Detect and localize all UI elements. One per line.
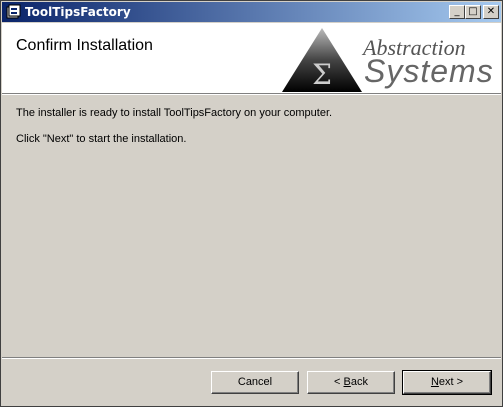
cancel-button[interactable]: Cancel xyxy=(211,371,299,394)
next-label: ext > xyxy=(438,376,464,388)
back-label: ack xyxy=(350,376,368,388)
close-icon[interactable]: ✕ xyxy=(483,5,499,19)
page-title: Confirm Installation xyxy=(16,37,153,54)
minimize-icon[interactable]: _ xyxy=(449,5,465,19)
instruction-message: Click "Next" to start the installation. xyxy=(16,133,187,145)
window-title: ToolTipsFactory xyxy=(25,5,131,19)
next-accelerator: N xyxy=(430,376,439,388)
header-divider xyxy=(2,93,501,95)
next-button[interactable]: Next > xyxy=(402,370,492,395)
header-banner: Confirm Installation Σ Abstraction Syste… xyxy=(2,23,501,93)
installer-window: ToolTipsFactory _ □ ✕ Confirm Installati… xyxy=(0,0,503,407)
back-button[interactable]: < Back xyxy=(307,371,395,394)
back-accelerator: B xyxy=(343,376,351,388)
back-arrow: < xyxy=(334,376,344,388)
ready-message: The installer is ready to install ToolTi… xyxy=(16,107,333,119)
maximize-icon[interactable]: □ xyxy=(465,5,481,19)
logo-symbol: Σ xyxy=(312,58,332,91)
logo-text-systems: Systems xyxy=(364,53,494,89)
app-icon xyxy=(6,4,21,19)
title-bar[interactable]: ToolTipsFactory _ □ ✕ xyxy=(2,2,501,22)
footer-divider xyxy=(2,357,501,359)
abstraction-systems-logo: Σ xyxy=(282,28,362,92)
